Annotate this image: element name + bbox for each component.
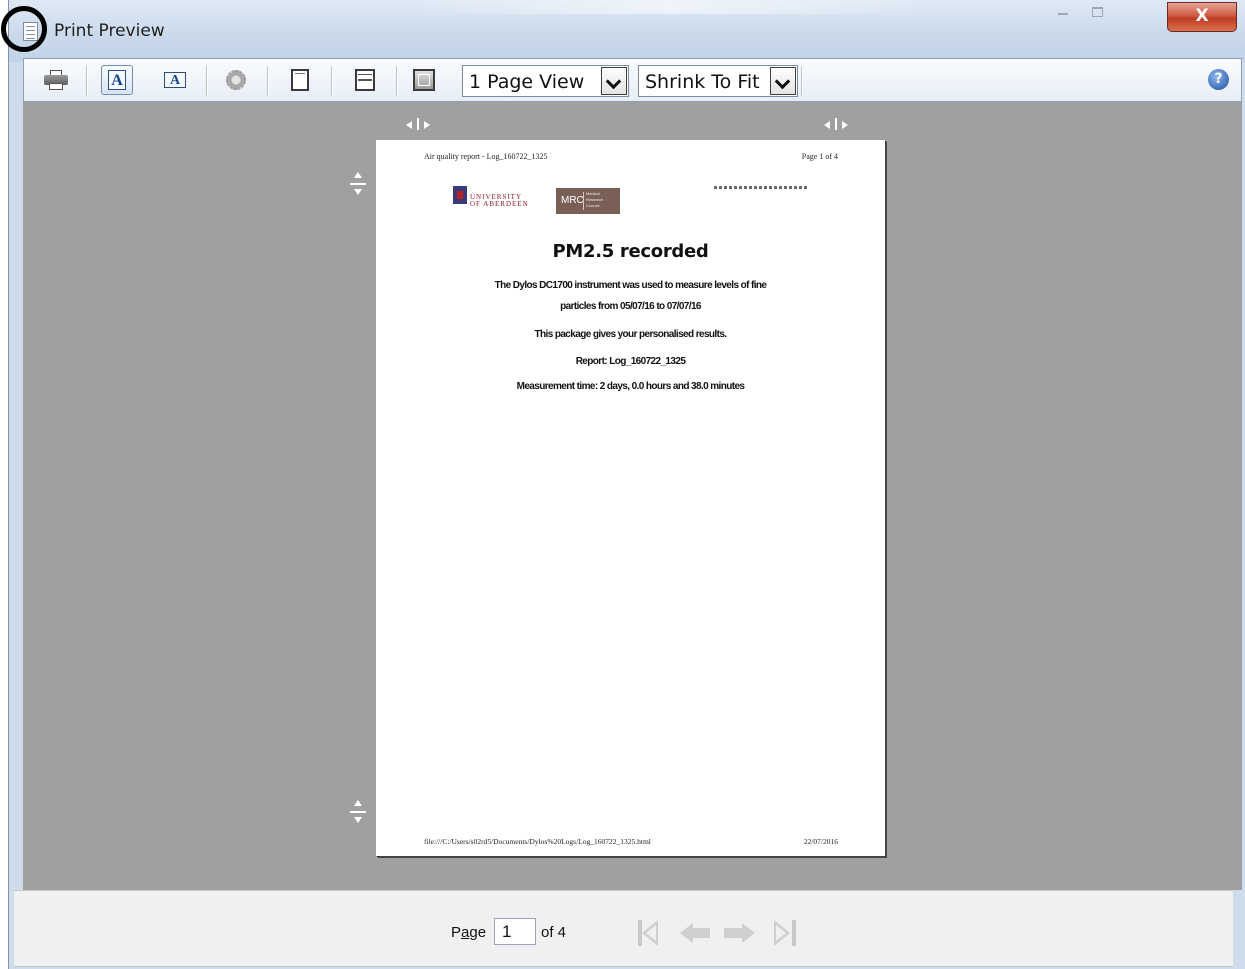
- window-title: Print Preview: [54, 21, 165, 41]
- report-line: Measurement time: 2 days, 0.0 hours and …: [516, 381, 745, 392]
- page-icon: [291, 69, 309, 91]
- portrait-orientation-icon: A: [108, 70, 126, 90]
- minimize-button[interactable]: [1049, 2, 1077, 20]
- mrc-logo-text: MRC: [561, 195, 584, 206]
- fit-width-button[interactable]: [349, 65, 381, 95]
- toolbar-separator: [206, 66, 207, 96]
- view-mode-value: 1 Page View: [469, 71, 585, 93]
- previous-page-button[interactable]: [678, 917, 710, 949]
- chevron-down-icon[interactable]: [601, 67, 627, 95]
- toolbar-separator: [801, 66, 802, 96]
- bottom-margin-handle[interactable]: [346, 798, 370, 826]
- tiny-header-text: [714, 186, 808, 189]
- university-logo: UNIVERSITY OF ABERDEEN: [453, 186, 533, 216]
- page-label-suffix: ge: [469, 924, 487, 941]
- toolbar-separator: [396, 66, 397, 96]
- first-page-button[interactable]: [634, 917, 666, 949]
- toolbar-separator: [86, 66, 87, 96]
- chevron-down-icon[interactable]: [770, 67, 796, 95]
- page-header-left: Air quality report - Log_160722_1325: [424, 152, 548, 161]
- report-line: particles from 05/07/16 to 07/07/16: [560, 301, 701, 312]
- print-button[interactable]: [40, 65, 72, 95]
- fit-page-icon: [413, 69, 435, 91]
- page-number-input[interactable]: 1: [494, 918, 536, 945]
- university-logo-text: UNIVERSITY OF ABERDEEN: [470, 193, 529, 208]
- view-mode-select[interactable]: 1 Page View: [462, 65, 629, 97]
- report-line: The Dylos DC1700 instrument was used to …: [494, 280, 767, 291]
- left-margin-handle[interactable]: [404, 118, 432, 130]
- fit-width-icon: [355, 69, 375, 91]
- mrc-logo-divider: [583, 192, 584, 210]
- page-setup-button[interactable]: [220, 65, 252, 95]
- full-width-button[interactable]: [284, 65, 316, 95]
- report-line: Report: Log_160722_1325: [575, 356, 686, 367]
- last-page-button[interactable]: [770, 917, 802, 949]
- scale-mode-value: Shrink To Fit: [645, 71, 760, 93]
- page-footer-right: 22/07/2016: [803, 837, 838, 846]
- maximize-button[interactable]: [1083, 2, 1111, 20]
- top-margin-handle[interactable]: [346, 170, 370, 198]
- report-line: This package gives your personalised res…: [534, 329, 728, 340]
- title-glow: [389, 0, 949, 14]
- report-title: PM2.5 recorded: [552, 241, 709, 262]
- page-label-prefix: P: [451, 924, 462, 941]
- navigation-bar: Page 1 of 4: [14, 890, 1233, 967]
- gear-icon: [226, 70, 246, 90]
- scale-mode-select[interactable]: Shrink To Fit: [638, 65, 798, 97]
- landscape-button[interactable]: A: [159, 65, 191, 95]
- page-label: Page: [451, 924, 486, 941]
- mrc-logo-subtext: Medical Research Council: [586, 191, 604, 208]
- toolbar: A A 1 Page View Shrink To Fit ?: [23, 58, 1242, 102]
- full-page-button[interactable]: [408, 65, 440, 95]
- preview-page: Air quality report - Log_160722_1325 Pag…: [376, 140, 885, 856]
- crest-icon: [453, 186, 467, 204]
- page-footer-left: file:///C:/Users/s02rd5/Documents/Dylos%…: [424, 837, 651, 846]
- printer-icon: [44, 70, 68, 90]
- toolbar-separator: [267, 66, 268, 96]
- right-margin-handle[interactable]: [822, 118, 850, 130]
- page-count-label: of 4: [541, 924, 567, 941]
- next-page-button[interactable]: [724, 917, 756, 949]
- highlight-circle: [1, 6, 47, 52]
- toolbar-separator: [331, 66, 332, 96]
- page-header-right: Page 1 of 4: [801, 152, 838, 161]
- portrait-button[interactable]: A: [101, 65, 133, 95]
- landscape-orientation-icon: A: [164, 72, 186, 88]
- title-bar[interactable]: Print Preview X: [9, 0, 1245, 62]
- close-button[interactable]: X: [1167, 2, 1237, 32]
- mrc-logo: MRC Medical Research Council: [556, 188, 620, 214]
- help-icon[interactable]: ?: [1208, 69, 1229, 90]
